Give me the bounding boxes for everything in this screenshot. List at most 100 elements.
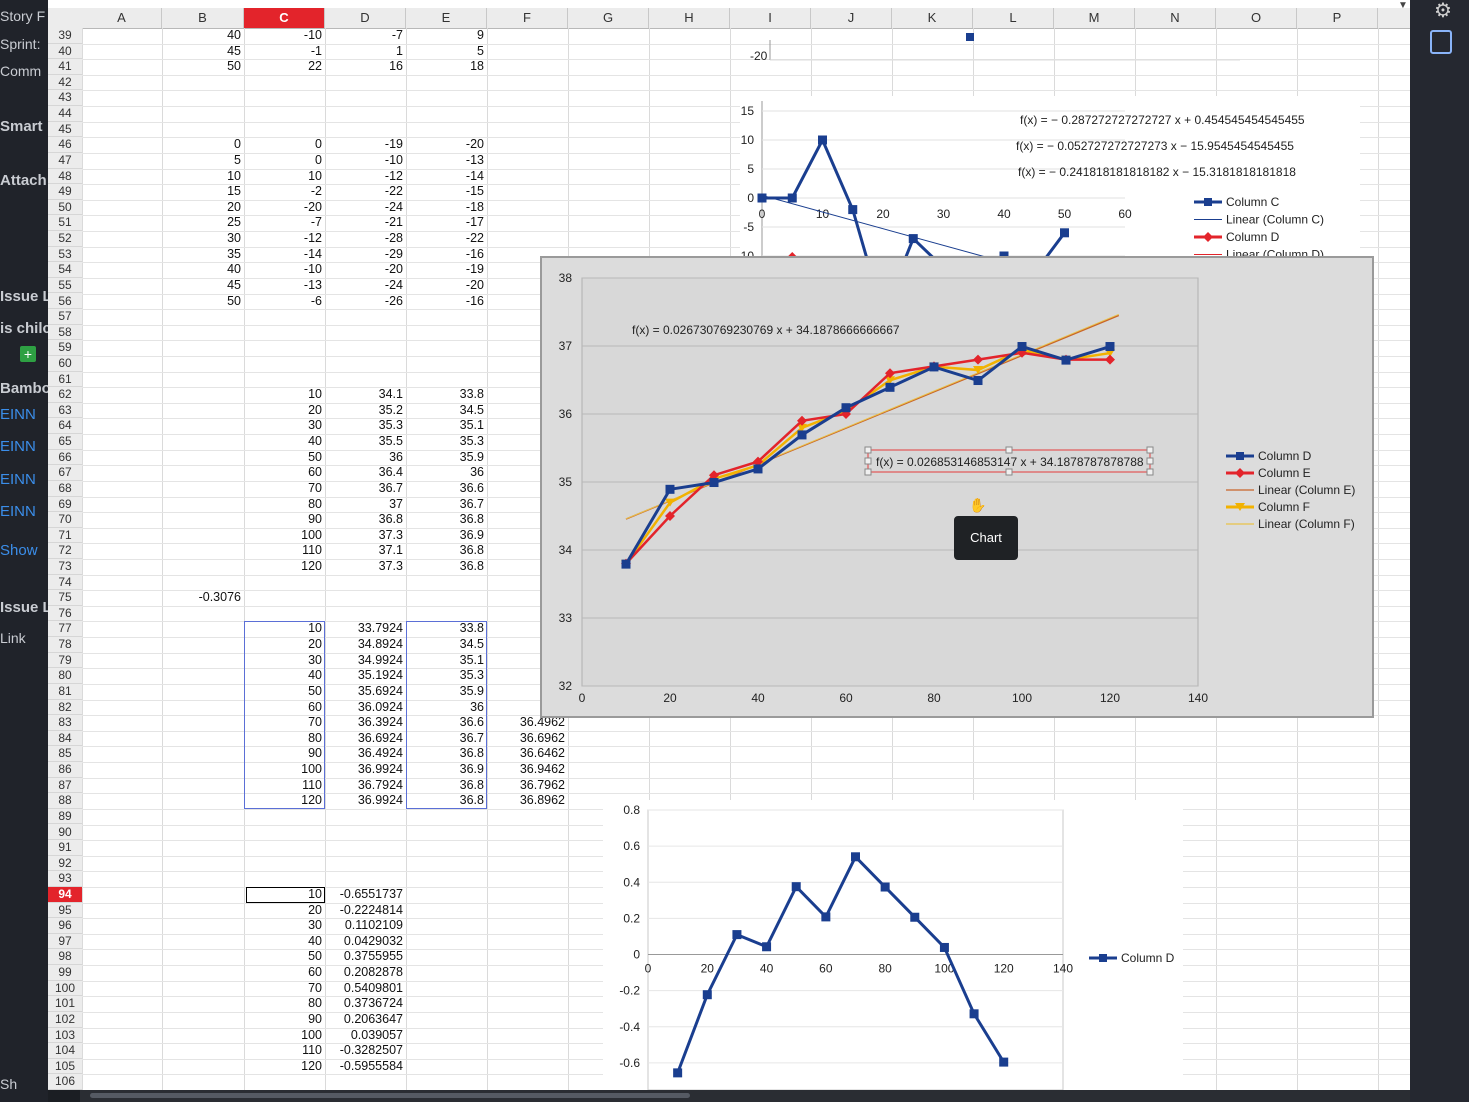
cell-c53[interactable]: -14 bbox=[244, 247, 325, 263]
row-header[interactable]: 43 bbox=[48, 90, 82, 107]
row-header[interactable]: 96 bbox=[48, 918, 82, 934]
column-header-f[interactable]: F bbox=[487, 8, 568, 28]
row-header[interactable]: 103 bbox=[48, 1028, 82, 1044]
cell-d84[interactable]: 36.6924 bbox=[325, 731, 406, 747]
column-header-h[interactable]: H bbox=[649, 8, 730, 28]
cell-c95[interactable]: 20 bbox=[244, 903, 325, 919]
row-header[interactable]: 85 bbox=[48, 746, 82, 763]
cell-d67[interactable]: 36.4 bbox=[325, 465, 406, 481]
cell-c55[interactable]: -13 bbox=[244, 278, 325, 294]
spreadsheet-area[interactable]: ABCDEFGHIJKLMNOP 39 40 41 42 43 44 45 46 47 48 49 5… bbox=[48, 0, 1410, 1090]
cell-e71[interactable]: 36.9 bbox=[406, 528, 487, 544]
side-panel-label[interactable]: EINN bbox=[0, 503, 36, 520]
cell-d100[interactable]: 0.5409801 bbox=[325, 981, 406, 997]
row-header[interactable]: 55 bbox=[48, 278, 82, 294]
cell-d103[interactable]: 0.039057 bbox=[325, 1028, 406, 1044]
row-header[interactable]: 73 bbox=[48, 559, 82, 575]
column-header-o[interactable]: O bbox=[1216, 8, 1297, 28]
cell-b46[interactable]: 0 bbox=[162, 137, 244, 153]
column-header-k[interactable]: K bbox=[892, 8, 973, 28]
cell-c72[interactable]: 110 bbox=[244, 543, 325, 559]
cell-b53[interactable]: 35 bbox=[162, 247, 244, 263]
column-header-j[interactable]: J bbox=[811, 8, 892, 28]
cell-d50[interactable]: -24 bbox=[325, 200, 406, 216]
cell-d73[interactable]: 37.3 bbox=[325, 559, 406, 575]
cell-e56[interactable]: -16 bbox=[406, 294, 487, 310]
cell-d86[interactable]: 36.9924 bbox=[325, 762, 406, 778]
cell-d66[interactable]: 36 bbox=[325, 450, 406, 466]
cell-c96[interactable]: 30 bbox=[244, 918, 325, 934]
cell-e41[interactable]: 18 bbox=[406, 59, 487, 75]
row-header[interactable]: 74 bbox=[48, 575, 82, 591]
cell-d55[interactable]: -24 bbox=[325, 278, 406, 294]
row-header[interactable]: 53 bbox=[48, 247, 82, 263]
cell-d49[interactable]: -22 bbox=[325, 184, 406, 200]
row-header[interactable]: 65 bbox=[48, 434, 82, 450]
cell-c98[interactable]: 50 bbox=[244, 949, 325, 965]
cell-c47[interactable]: 0 bbox=[244, 153, 325, 169]
cell-d64[interactable]: 35.3 bbox=[325, 418, 406, 434]
cell-c71[interactable]: 100 bbox=[244, 528, 325, 544]
row-header[interactable]: 48 bbox=[48, 169, 82, 185]
side-panel-label[interactable]: Show bbox=[0, 542, 38, 559]
row-header[interactable]: 52 bbox=[48, 231, 82, 247]
cell-c104[interactable]: 110 bbox=[244, 1043, 325, 1059]
row-header[interactable]: 106 bbox=[48, 1074, 82, 1090]
row-header[interactable]: 47 bbox=[48, 153, 82, 169]
cell-e53[interactable]: -16 bbox=[406, 247, 487, 263]
cell-b56[interactable]: 50 bbox=[162, 294, 244, 310]
horizontal-scrollbar[interactable] bbox=[80, 1090, 1410, 1102]
scrollbar-thumb[interactable] bbox=[90, 1093, 690, 1098]
column-header-n[interactable]: N bbox=[1135, 8, 1216, 28]
cell-b75[interactable]: -0.3076 bbox=[162, 590, 244, 606]
cell-d71[interactable]: 37.3 bbox=[325, 528, 406, 544]
row-header[interactable]: 49 bbox=[48, 184, 82, 200]
row-header[interactable]: 77 bbox=[48, 621, 82, 638]
cell-c69[interactable]: 80 bbox=[244, 497, 325, 513]
gear-icon[interactable]: ⚙ bbox=[1432, 0, 1454, 22]
cell-e39[interactable]: 9 bbox=[406, 28, 487, 44]
row-header[interactable]: 42 bbox=[48, 75, 82, 91]
cell-d79[interactable]: 34.9924 bbox=[325, 653, 406, 669]
row-header[interactable]: 67 bbox=[48, 465, 82, 481]
cell-d101[interactable]: 0.3736724 bbox=[325, 996, 406, 1012]
cell-d80[interactable]: 35.1924 bbox=[325, 668, 406, 684]
row-header[interactable]: 90 bbox=[48, 825, 82, 841]
cell-c49[interactable]: -2 bbox=[244, 184, 325, 200]
cell-b52[interactable]: 30 bbox=[162, 231, 244, 247]
row-header[interactable]: 81 bbox=[48, 684, 82, 700]
cell-e49[interactable]: -15 bbox=[406, 184, 487, 200]
row-header[interactable]: 57 bbox=[48, 309, 82, 325]
row-header[interactable]: 95 bbox=[48, 903, 82, 919]
cell-c70[interactable]: 90 bbox=[244, 512, 325, 528]
cell-c51[interactable]: -7 bbox=[244, 215, 325, 231]
row-header[interactable]: 56 bbox=[48, 294, 82, 310]
cell-c65[interactable]: 40 bbox=[244, 434, 325, 450]
cell-c63[interactable]: 20 bbox=[244, 403, 325, 419]
cell-c99[interactable]: 60 bbox=[244, 965, 325, 981]
add-child-icon[interactable]: + bbox=[20, 346, 36, 362]
cell-c97[interactable]: 40 bbox=[244, 934, 325, 950]
cell-d94[interactable]: -0.6551737 bbox=[325, 887, 406, 903]
cell-c41[interactable]: 22 bbox=[244, 59, 325, 75]
row-header[interactable]: 62 bbox=[48, 387, 82, 403]
cell-c102[interactable]: 90 bbox=[244, 1012, 325, 1028]
cell-b47[interactable]: 5 bbox=[162, 153, 244, 169]
cell-d41[interactable]: 16 bbox=[325, 59, 406, 75]
cell-b49[interactable]: 15 bbox=[162, 184, 244, 200]
cell-c54[interactable]: -10 bbox=[244, 262, 325, 278]
row-header[interactable]: 104 bbox=[48, 1043, 82, 1059]
row-header[interactable]: 66 bbox=[48, 450, 82, 466]
cell-d52[interactable]: -28 bbox=[325, 231, 406, 247]
cell-b39[interactable]: 40 bbox=[162, 28, 244, 44]
cell-c68[interactable]: 70 bbox=[244, 481, 325, 497]
cell-d65[interactable]: 35.5 bbox=[325, 434, 406, 450]
row-header[interactable]: 79 bbox=[48, 653, 82, 669]
cell-c48[interactable]: 10 bbox=[244, 169, 325, 185]
cell-c40[interactable]: -1 bbox=[244, 44, 325, 60]
row-header[interactable]: 98 bbox=[48, 949, 82, 966]
row-header[interactable]: 89 bbox=[48, 809, 82, 825]
column-header-l[interactable]: L bbox=[973, 8, 1054, 28]
main-chart-selected[interactable]: 38 37 36 35 34 33 32 0 20 40 60 80 100 120 140 f(x) = 0… bbox=[540, 256, 1374, 718]
column-header-c[interactable]: C bbox=[244, 8, 325, 28]
